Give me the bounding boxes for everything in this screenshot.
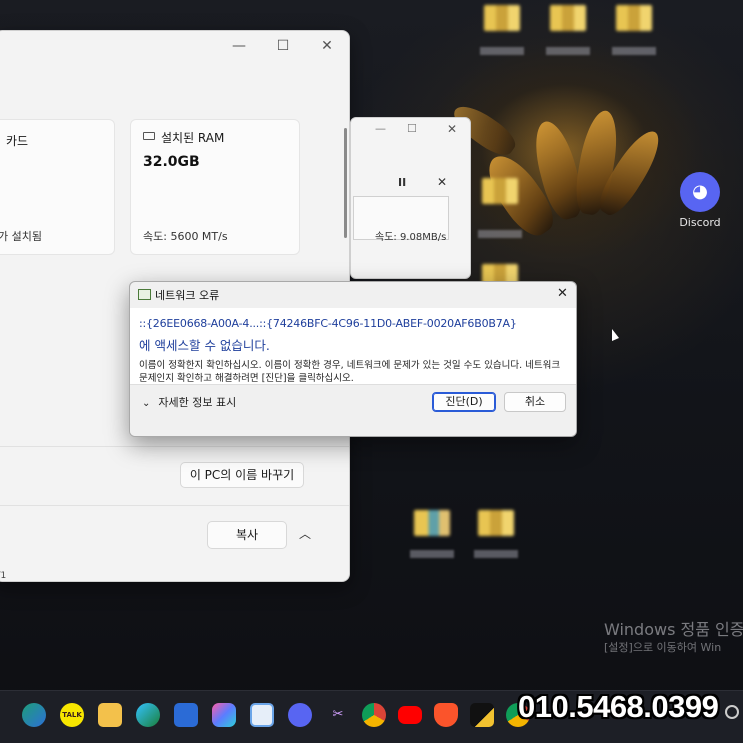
ram-speed: 속도: 5600 MT/s	[143, 230, 228, 243]
desktop-folder-icon[interactable]	[612, 5, 656, 55]
copy-button[interactable]: 복사	[207, 521, 287, 549]
activation-watermark-title: Windows 정품 인증	[604, 620, 743, 639]
settings-bottom-fragment: T1	[0, 571, 7, 581]
details-toggle-label: 자세한 정보 표시	[158, 396, 237, 409]
dialog-title: 네트워크 오류	[155, 289, 220, 302]
chrome-icon[interactable]	[362, 703, 386, 727]
dialog-titlebar: 네트워크 오류 ✕	[130, 282, 576, 308]
dialog-body: ::{26EE0668-A00A-4...::{74246BFC-4C96-11…	[130, 308, 576, 384]
discord-icon: ◕	[680, 172, 720, 212]
settings-divider	[0, 446, 349, 447]
calendar-icon[interactable]	[250, 703, 274, 727]
store-icon[interactable]	[174, 703, 198, 727]
minimize-icon[interactable]: —	[375, 122, 386, 135]
discord-icon[interactable]	[288, 703, 312, 727]
file-explorer-icon[interactable]	[98, 703, 122, 727]
brave-icon[interactable]	[434, 703, 458, 727]
close-icon[interactable]: ✕	[447, 122, 457, 136]
close-icon[interactable]: ✕	[557, 286, 568, 301]
error-headline: 에 액세스할 수 없습니다.	[139, 338, 270, 353]
network-window-icon	[138, 289, 151, 300]
error-message: 이름이 정확한지 확인하십시오. 이름이 정확한 경우, 네트워크에 문제가 있…	[139, 360, 561, 384]
settings-scrollbar[interactable]	[344, 128, 347, 238]
copilot-app-icon[interactable]	[212, 703, 236, 727]
error-path: ::{26EE0668-A00A-4...::{74246BFC-4C96-11…	[139, 317, 517, 330]
copywin-titlebar: — ☐ ✕	[351, 118, 470, 142]
desktop-file-icon[interactable]	[474, 510, 518, 558]
tray-icon[interactable]	[725, 705, 739, 719]
close-icon[interactable]: ✕	[437, 175, 447, 189]
dialog-footer: ⌄ 자세한 정보 표시 진단(D) 취소	[130, 384, 576, 436]
copilot-icon[interactable]	[22, 703, 46, 727]
diagnose-button[interactable]: 진단(D)	[432, 392, 496, 412]
collapse-chevron-icon[interactable]: ︿	[295, 525, 315, 545]
graphics-card-note: 가 설치됨	[0, 230, 42, 243]
edge-icon[interactable]	[136, 703, 160, 727]
close-icon[interactable]: ✕	[305, 31, 349, 61]
snipping-tool-icon[interactable]: ✂	[326, 703, 350, 727]
phone-number-overlay: 010.5468.0399	[518, 689, 719, 724]
desktop-folder-icon[interactable]	[478, 178, 522, 238]
maximize-icon[interactable]: ☐	[261, 31, 305, 61]
graphics-card-title: 카드	[6, 134, 29, 148]
chevron-down-icon: ⌄	[142, 398, 151, 409]
maximize-icon[interactable]: ☐	[407, 122, 417, 135]
mouse-cursor-icon	[612, 328, 619, 346]
settings-caption-buttons: — ☐ ✕	[217, 31, 349, 61]
pause-icon[interactable]: II	[398, 176, 406, 189]
desktop-file-icon[interactable]	[410, 510, 454, 558]
details-toggle[interactable]: ⌄ 자세한 정보 표시	[142, 394, 236, 410]
desktop-folder-icon[interactable]	[546, 5, 590, 55]
ram-chip-icon	[143, 132, 155, 140]
rename-pc-button[interactable]: 이 PC의 이름 바꾸기	[180, 462, 304, 488]
ram-value: 32.0GB	[143, 154, 200, 170]
minimize-icon[interactable]: —	[217, 31, 261, 61]
copy-progress-window: — ☐ ✕ II ✕ 속도: 9.08MB/s	[350, 117, 471, 279]
cancel-button[interactable]: 취소	[504, 392, 566, 412]
desktop-discord-shortcut[interactable]: ◕ Discord	[676, 172, 724, 229]
ram-tile: 설치된 RAM 32.0GB 속도: 5600 MT/s	[130, 119, 300, 255]
desktop-folder-icon[interactable]	[480, 5, 524, 55]
notes-icon[interactable]	[470, 703, 494, 727]
settings-divider	[0, 505, 349, 506]
graphics-card-tile: 카드 가 설치됨	[0, 119, 115, 255]
youtube-icon[interactable]	[398, 706, 422, 724]
kakaotalk-icon[interactable]: TALK	[60, 703, 84, 727]
discord-label: Discord	[679, 216, 721, 229]
copy-speed: 속도: 9.08MB/s	[375, 232, 447, 243]
activation-watermark-hint: [설정]으로 이동하여 Win	[604, 641, 722, 654]
ram-label: 설치된 RAM	[161, 131, 225, 145]
network-error-dialog: 네트워크 오류 ✕ ::{26EE0668-A00A-4...::{74246B…	[129, 281, 577, 437]
